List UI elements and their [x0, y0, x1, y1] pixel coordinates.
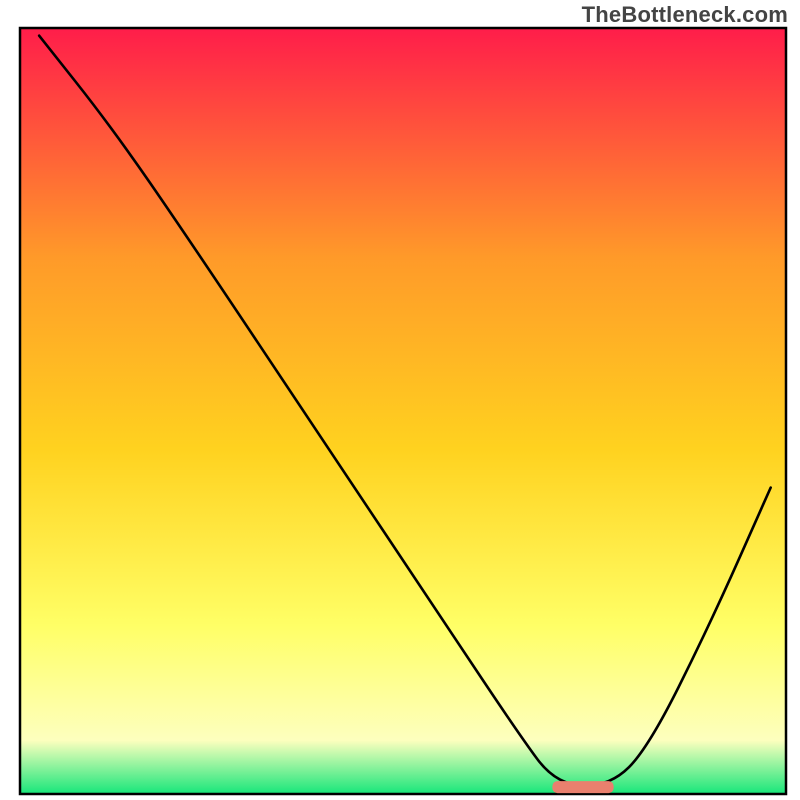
- chart-svg: [0, 0, 800, 800]
- plot-background: [20, 28, 786, 794]
- floor-marker: [552, 781, 613, 793]
- chart-container: { "watermark": "TheBottleneck.com", "cha…: [0, 0, 800, 800]
